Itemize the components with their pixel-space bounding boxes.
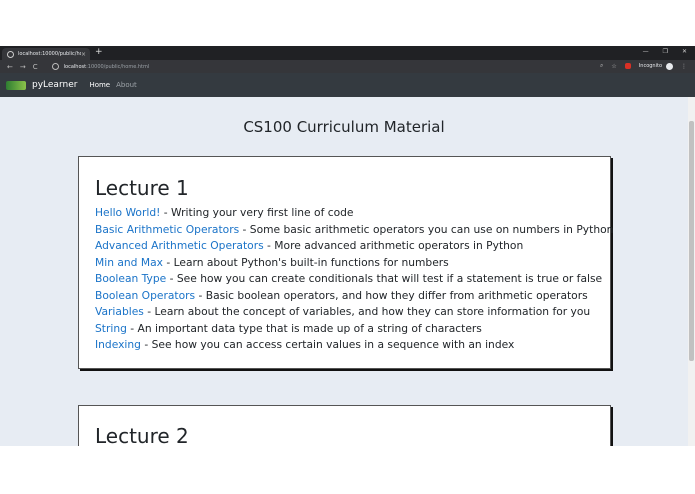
lesson-item: Basic Arithmetic Operators - Some basic … bbox=[95, 222, 613, 239]
incognito-indicator[interactable]: Incognito bbox=[638, 62, 673, 70]
star-icon[interactable]: ☆ bbox=[611, 63, 616, 70]
site-navbar: pyLearner Home About bbox=[0, 73, 695, 97]
nav-home[interactable]: Home bbox=[89, 81, 110, 89]
lesson-item: Hello World! - Writing your very first l… bbox=[95, 205, 613, 222]
lesson-link[interactable]: Variables bbox=[95, 305, 144, 318]
url-path: :10000/public/home.html bbox=[86, 63, 150, 70]
tab-strip: localhost:10000/public/home.ht × + — ❐ ✕ bbox=[0, 46, 695, 60]
browser-window: localhost:10000/public/home.ht × + — ❐ ✕… bbox=[0, 46, 695, 446]
close-tab-icon[interactable]: × bbox=[81, 51, 86, 58]
back-icon[interactable]: ← bbox=[7, 63, 13, 71]
lecture-title: Lecture 1 bbox=[95, 176, 189, 200]
lecture-title: Lecture 2 bbox=[95, 424, 189, 446]
close-window-icon[interactable]: ✕ bbox=[682, 48, 687, 55]
lesson-item: Variables - Learn about the concept of v… bbox=[95, 304, 613, 321]
lesson-link[interactable]: Min and Max bbox=[95, 256, 163, 269]
lesson-desc: - See how you can access certain values … bbox=[140, 338, 515, 351]
lesson-desc: - More advanced arithmetic operators in … bbox=[263, 239, 524, 252]
reload-icon[interactable]: C bbox=[33, 63, 38, 71]
lecture-card: Lecture 2 bbox=[78, 405, 611, 446]
lesson-item: String - An important data type that is … bbox=[95, 321, 613, 338]
tab-title: localhost:10000/public/home.ht bbox=[18, 51, 81, 57]
toolbar-right: ⌕ ☆ Incognito ⋮ bbox=[600, 62, 687, 70]
incognito-label: Incognito bbox=[638, 63, 662, 69]
lesson-desc: - Basic boolean operators, and how they … bbox=[195, 288, 588, 302]
lesson-desc: - Writing your very first line of code bbox=[160, 206, 354, 219]
lecture-card: Lecture 1 Hello World! - Writing your ve… bbox=[78, 156, 613, 369]
page-title: CS100 Curriculum Material bbox=[243, 118, 445, 136]
lesson-item: Boolean Type - See how you can create co… bbox=[95, 271, 613, 288]
zoom-icon[interactable]: ⌕ bbox=[600, 62, 603, 70]
extension-icon[interactable] bbox=[624, 63, 631, 69]
scrollbar[interactable] bbox=[688, 97, 695, 446]
lesson-link[interactable]: Advanced Arithmetic Operators bbox=[95, 239, 264, 252]
lesson-link[interactable]: Indexing bbox=[95, 338, 141, 351]
lesson-desc: - Learn about Python's built-in function… bbox=[162, 255, 449, 269]
lesson-list: Hello World! - Writing your very first l… bbox=[95, 205, 613, 354]
nav-about[interactable]: About bbox=[116, 81, 137, 89]
lesson-desc: - Learn about the concept of variables, … bbox=[143, 305, 591, 318]
lesson-item: Boolean Operators - Basic boolean operat… bbox=[95, 288, 613, 305]
browser-tab[interactable]: localhost:10000/public/home.ht × bbox=[2, 48, 90, 60]
address-bar: ← → C localhost:10000/public/home.html ⌕… bbox=[0, 60, 695, 73]
info-icon[interactable] bbox=[51, 63, 59, 70]
url-host: localhost bbox=[63, 63, 87, 70]
brand-name[interactable]: pyLearner bbox=[32, 80, 77, 90]
lesson-item: Min and Max - Learn about Python's built… bbox=[95, 255, 613, 272]
python-logo-icon[interactable] bbox=[6, 80, 26, 90]
globe-icon bbox=[7, 50, 14, 58]
minimize-icon[interactable]: — bbox=[643, 48, 649, 55]
scrollbar-thumb[interactable] bbox=[689, 121, 694, 361]
lesson-link[interactable]: String bbox=[95, 322, 127, 335]
forward-icon[interactable]: → bbox=[20, 63, 26, 71]
maximize-icon[interactable]: ❐ bbox=[663, 48, 668, 55]
lesson-desc: - An important data type that is made up… bbox=[126, 321, 482, 335]
lesson-item: Advanced Arithmetic Operators - More adv… bbox=[95, 238, 613, 255]
window-controls: — ❐ ✕ bbox=[643, 48, 687, 55]
menu-icon[interactable]: ⋮ bbox=[681, 63, 687, 70]
incognito-avatar-icon bbox=[666, 62, 673, 70]
lesson-link[interactable]: Hello World! bbox=[95, 206, 160, 219]
lesson-link[interactable]: Basic Arithmetic Operators bbox=[95, 223, 239, 236]
new-tab-button[interactable]: + bbox=[95, 47, 103, 57]
lesson-desc: - See how you can create conditionals th… bbox=[166, 272, 603, 285]
lesson-desc: - Some basic arithmetic operators you ca… bbox=[239, 222, 614, 236]
page-content: CS100 Curriculum Material Lecture 1 Hell… bbox=[0, 97, 688, 446]
lesson-link[interactable]: Boolean Operators bbox=[95, 289, 195, 302]
lesson-item: Indexing - See how you can access certai… bbox=[95, 337, 613, 354]
lesson-link[interactable]: Boolean Type bbox=[95, 272, 166, 285]
url-field[interactable]: localhost:10000/public/home.html bbox=[51, 63, 150, 70]
